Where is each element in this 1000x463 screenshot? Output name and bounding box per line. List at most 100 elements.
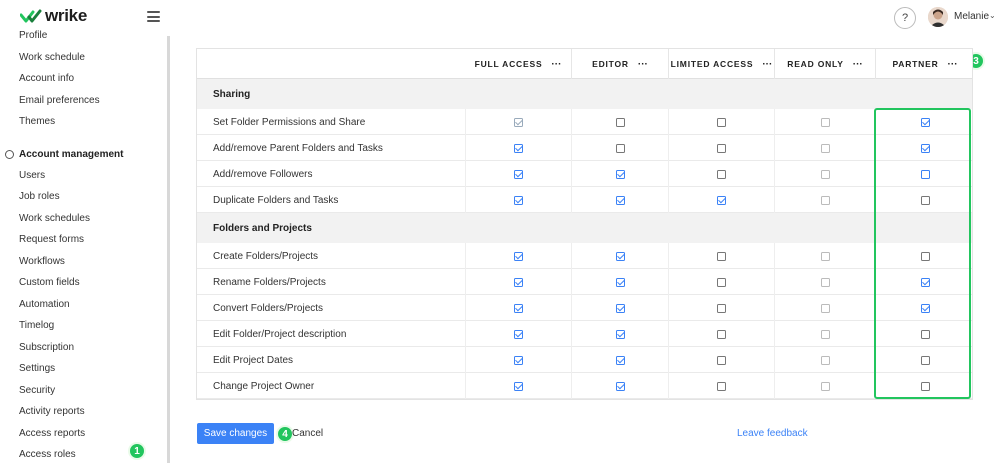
table-row: Rename Folders/Projects <box>197 269 972 295</box>
table-row: Duplicate Folders and Tasks <box>197 187 972 213</box>
permission-cell <box>465 243 571 269</box>
gear-icon <box>5 150 14 159</box>
permission-label: Set Folder Permissions and Share <box>213 116 366 128</box>
column-menu-icon[interactable]: ··· <box>551 59 561 70</box>
permission-checkbox[interactable] <box>920 169 930 179</box>
sidebar-scrollbar[interactable] <box>167 36 170 463</box>
permission-checkbox[interactable] <box>514 277 523 287</box>
permission-checkbox[interactable] <box>717 143 726 153</box>
sidebar-item-access-reports[interactable]: Access reports <box>19 428 85 439</box>
permission-cell <box>571 135 668 161</box>
permission-cell <box>668 161 774 187</box>
permission-checkbox[interactable] <box>717 169 726 179</box>
permission-checkbox[interactable] <box>717 195 726 205</box>
permission-checkbox[interactable] <box>717 381 726 391</box>
permission-checkbox[interactable] <box>514 381 523 391</box>
permission-checkbox[interactable] <box>717 251 726 261</box>
sidebar-item-automation[interactable]: Automation <box>19 299 70 310</box>
permission-checkbox[interactable] <box>615 303 625 313</box>
permission-checkbox[interactable] <box>615 277 625 287</box>
user-avatar-icon <box>928 7 948 27</box>
permission-checkbox[interactable] <box>920 251 930 261</box>
column-menu-icon[interactable]: ··· <box>762 59 772 70</box>
permission-checkbox[interactable] <box>615 195 625 205</box>
permission-checkbox[interactable] <box>717 355 726 365</box>
permission-label: Rename Folders/Projects <box>213 276 326 288</box>
permission-cell <box>571 187 668 213</box>
sidebar-item-timelog[interactable]: Timelog <box>19 320 54 331</box>
permission-label: Convert Folders/Projects <box>213 302 324 314</box>
permission-cell <box>571 373 668 399</box>
permission-label: Duplicate Folders and Tasks <box>213 194 339 206</box>
permission-cell <box>465 321 571 347</box>
permission-checkbox[interactable] <box>514 355 523 365</box>
leave-feedback-link[interactable]: Leave feedback <box>737 428 808 439</box>
chevron-down-icon[interactable]: ⌄ <box>989 11 996 20</box>
avatar[interactable] <box>928 7 948 27</box>
permission-checkbox[interactable] <box>615 169 625 179</box>
sidebar-item-work-schedule[interactable]: Work schedule <box>19 52 85 63</box>
permission-cell <box>465 109 571 135</box>
permission-checkbox[interactable] <box>920 195 930 205</box>
permission-checkbox[interactable] <box>717 303 726 313</box>
permission-checkbox[interactable] <box>615 381 625 391</box>
column-menu-icon[interactable]: ··· <box>638 59 648 70</box>
permission-checkbox[interactable] <box>615 355 625 365</box>
permission-cell <box>774 135 875 161</box>
permission-checkbox[interactable] <box>717 277 726 287</box>
permission-cell <box>571 243 668 269</box>
permission-cell <box>875 135 972 161</box>
permission-checkbox[interactable] <box>514 195 523 205</box>
cancel-button[interactable]: Cancel <box>292 428 323 439</box>
permission-checkbox[interactable] <box>920 381 930 391</box>
permission-checkbox[interactable] <box>514 169 523 179</box>
permission-checkbox[interactable] <box>717 117 726 127</box>
permission-cell <box>774 269 875 295</box>
account-management-section: Account management <box>5 149 123 160</box>
sidebar-item-themes[interactable]: Themes <box>19 116 55 127</box>
sidebar-item-subscription[interactable]: Subscription <box>19 342 74 353</box>
permission-checkbox[interactable] <box>920 355 930 365</box>
permission-checkbox[interactable] <box>514 329 523 339</box>
permission-checkbox[interactable] <box>717 329 726 339</box>
sidebar-item-activity-reports[interactable]: Activity reports <box>19 406 85 417</box>
user-name[interactable]: Melanie <box>954 11 989 22</box>
sidebar-item-security[interactable]: Security <box>19 385 55 396</box>
permission-checkbox[interactable] <box>920 143 930 153</box>
sidebar-item-email-preferences[interactable]: Email preferences <box>19 95 100 106</box>
sidebar-item-profile[interactable]: Profile <box>19 30 47 41</box>
permission-checkbox[interactable] <box>920 277 930 287</box>
sidebar-item-workflows[interactable]: Workflows <box>19 256 65 267</box>
permission-checkbox[interactable] <box>920 329 930 339</box>
sidebar-item-users[interactable]: Users <box>19 170 45 181</box>
permission-checkbox[interactable] <box>615 251 625 261</box>
column-label: FULL ACCESS <box>474 59 543 69</box>
permission-checkbox[interactable] <box>615 329 625 339</box>
sidebar-item-custom-fields[interactable]: Custom fields <box>19 277 80 288</box>
permission-cell <box>465 347 571 373</box>
permission-checkbox <box>820 117 830 127</box>
sidebar-item-access-roles[interactable]: Access roles <box>19 449 76 460</box>
wrike-logo[interactable]: wrike <box>20 6 87 26</box>
sidebar-item-job-roles[interactable]: Job roles <box>19 191 60 202</box>
sidebar-item-work-schedules[interactable]: Work schedules <box>19 213 90 224</box>
permission-cell <box>668 243 774 269</box>
help-button[interactable]: ? <box>894 7 916 29</box>
permission-checkbox[interactable] <box>615 117 625 127</box>
column-label: READ ONLY <box>787 59 844 69</box>
permission-checkbox[interactable] <box>514 143 523 153</box>
permission-checkbox[interactable] <box>514 251 523 261</box>
sidebar-item-settings[interactable]: Settings <box>19 363 55 374</box>
permission-checkbox[interactable] <box>615 143 625 153</box>
permission-checkbox[interactable] <box>920 303 930 313</box>
sidebar-item-account-info[interactable]: Account info <box>19 73 74 84</box>
column-menu-icon[interactable]: ··· <box>948 59 958 70</box>
permission-checkbox[interactable] <box>920 117 930 127</box>
permission-cell <box>668 135 774 161</box>
column-menu-icon[interactable]: ··· <box>853 59 863 70</box>
menu-icon[interactable] <box>147 11 160 22</box>
save-button[interactable]: Save changes <box>197 423 274 444</box>
permission-cell <box>774 161 875 187</box>
sidebar-item-request-forms[interactable]: Request forms <box>19 234 84 245</box>
permission-checkbox[interactable] <box>514 303 523 313</box>
